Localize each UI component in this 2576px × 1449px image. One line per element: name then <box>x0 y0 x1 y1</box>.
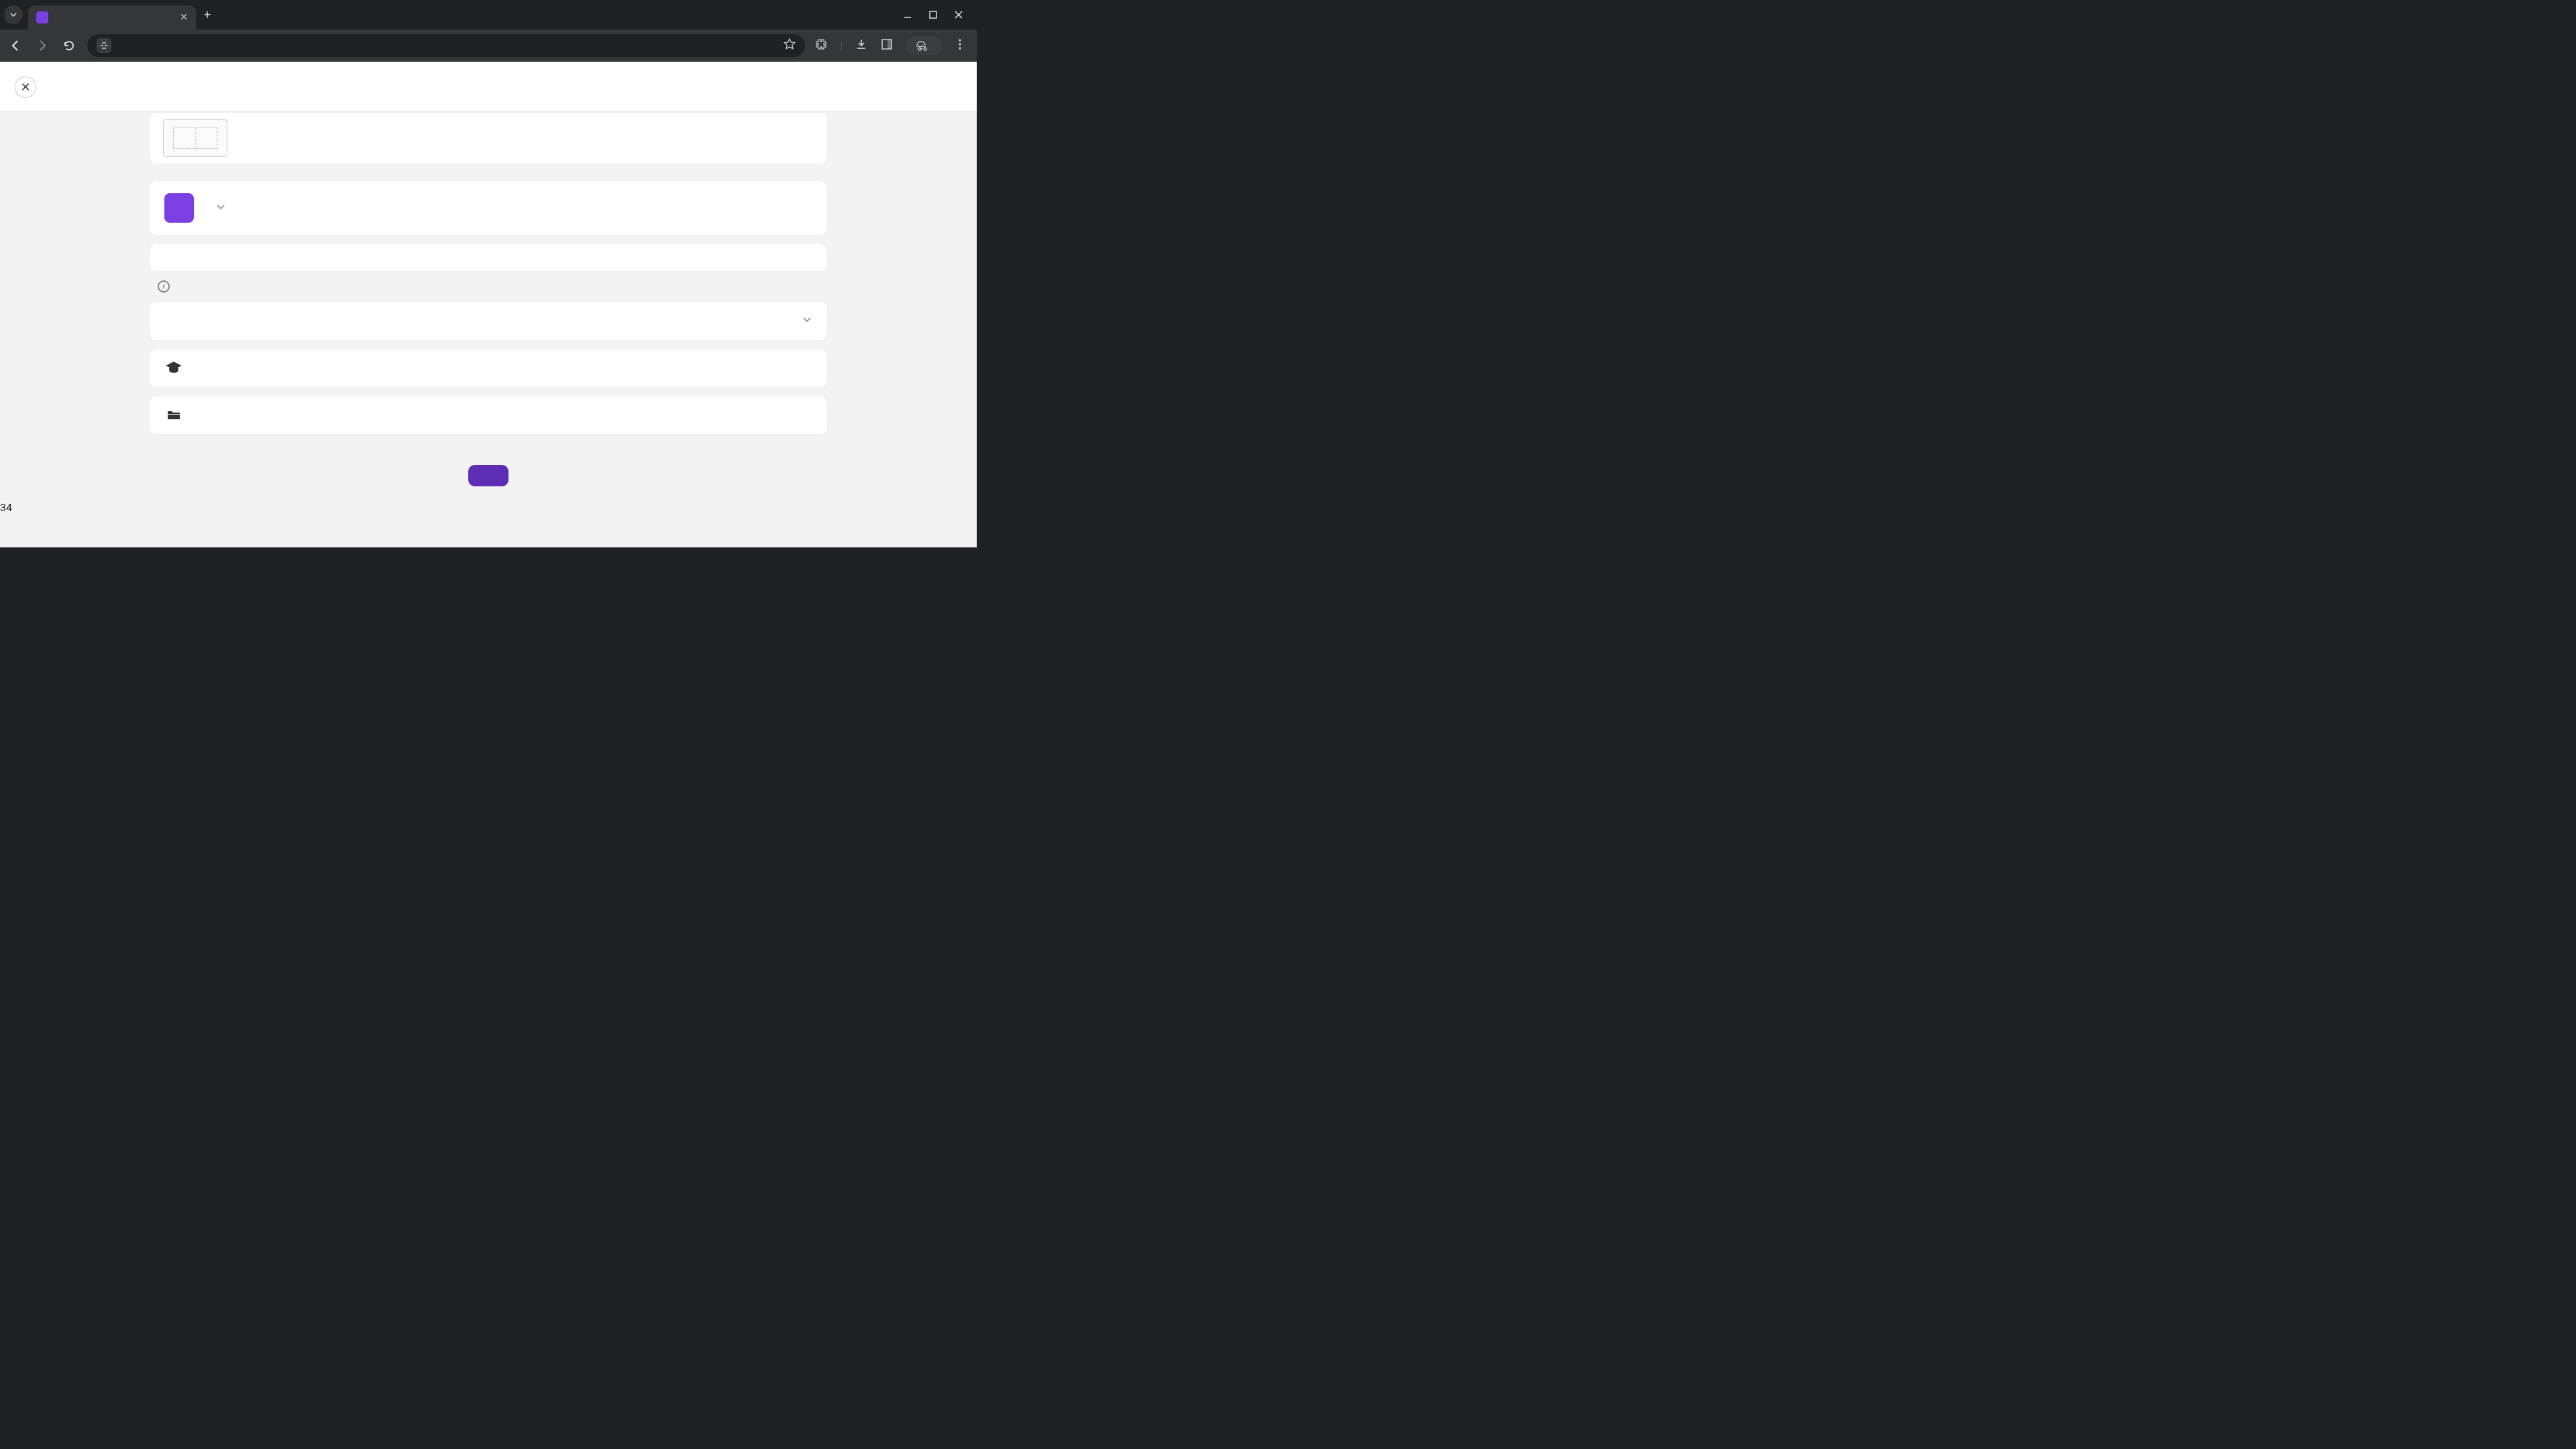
window-minimize-icon[interactable] <box>903 10 912 19</box>
nav-reload-button[interactable] <box>60 39 78 52</box>
folder-icon <box>164 407 183 423</box>
incognito-indicator[interactable] <box>906 36 942 55</box>
window-maximize-icon[interactable] <box>928 10 938 19</box>
browser-tab[interactable]: ✕ <box>28 5 196 30</box>
page-header: ✕ <box>0 62 977 111</box>
class-badge <box>164 193 194 223</box>
close-tab-icon[interactable]: ✕ <box>180 12 188 23</box>
graduation-cap-icon <box>164 360 183 376</box>
activity-thumbnail <box>163 119 227 157</box>
downloads-icon[interactable] <box>855 38 868 54</box>
site-info-icon[interactable] <box>97 38 111 53</box>
window-close-icon[interactable] <box>954 10 963 19</box>
address-bar[interactable] <box>87 34 805 57</box>
browser-toolbar: | <box>0 30 977 62</box>
class-selector[interactable] <box>150 181 827 235</box>
chevron-down-icon <box>215 201 226 215</box>
browser-menu-icon[interactable] <box>954 38 966 53</box>
start-date-field[interactable] <box>150 302 827 340</box>
bookmark-star-icon[interactable] <box>784 38 796 53</box>
nav-forward-button[interactable] <box>34 39 51 52</box>
sidepanel-icon[interactable] <box>880 38 894 54</box>
nav-back-button[interactable] <box>7 39 24 52</box>
close-page-button[interactable]: ✕ <box>15 76 36 98</box>
info-icon[interactable]: i <box>158 280 170 292</box>
activity-header-card <box>150 113 827 164</box>
extensions-icon[interactable] <box>814 38 828 54</box>
page-save-button[interactable] <box>468 465 508 486</box>
start-date-label-row: i <box>150 280 827 292</box>
page-viewport: ✕ <box>0 62 977 547</box>
skills-row <box>150 350 827 387</box>
browser-tab-strip: ✕ + <box>0 0 977 30</box>
tab-favicon <box>36 11 48 23</box>
chevron-down-icon <box>9 11 17 19</box>
chevron-down-icon <box>802 314 812 328</box>
folders-row <box>150 396 827 434</box>
students-row <box>150 244 827 271</box>
incognito-icon <box>915 40 927 52</box>
tab-search-dropdown[interactable] <box>4 5 23 24</box>
new-tab-button[interactable]: + <box>204 8 211 22</box>
